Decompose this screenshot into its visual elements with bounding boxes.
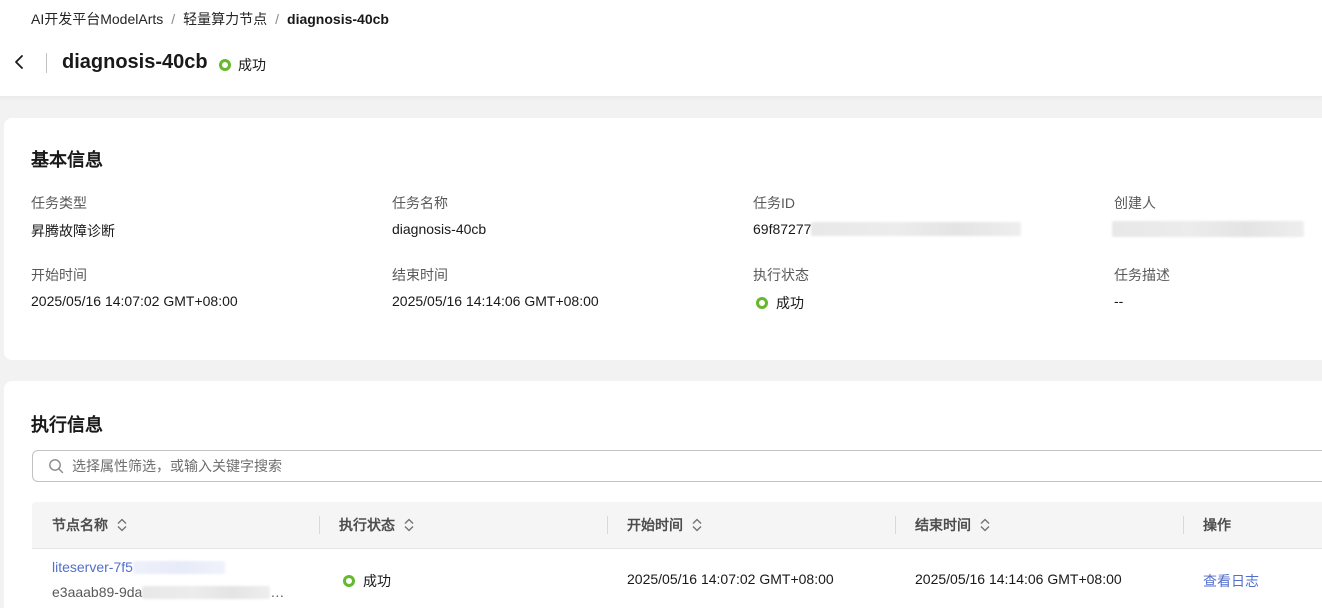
status-text: 成功 xyxy=(238,57,266,73)
breadcrumb: AI开发平台ModelArts / 轻量算力节点 / diagnosis-40c… xyxy=(31,10,389,28)
search-input[interactable] xyxy=(72,458,672,474)
sort-icon[interactable] xyxy=(116,517,128,533)
end-time-value: 2025/05/16 14:14:06 GMT+08:00 xyxy=(392,293,599,309)
success-status-icon xyxy=(219,59,231,71)
column-node-name[interactable]: 节点名称 xyxy=(52,502,128,548)
breadcrumb-separator: / xyxy=(275,11,280,27)
search-icon xyxy=(49,459,64,474)
success-status-icon xyxy=(343,575,355,587)
node-id-ellipsis: … xyxy=(270,584,285,600)
column-separator xyxy=(319,516,320,534)
breadcrumb-separator: / xyxy=(171,11,176,27)
node-id-text: e3aaab89-9da xyxy=(52,584,143,600)
sort-icon[interactable] xyxy=(403,517,415,533)
exec-status-value: 成功 xyxy=(756,293,804,313)
status-badge: 成功 xyxy=(219,55,266,75)
back-button[interactable] xyxy=(8,50,30,74)
execution-info-title: 执行信息 xyxy=(31,415,103,435)
redacted-node-name xyxy=(132,560,225,574)
creator-value xyxy=(1112,221,1304,237)
start-time-cell: 2025/05/16 14:07:02 GMT+08:00 xyxy=(627,571,834,587)
start-time-label: 开始时间 xyxy=(31,267,87,283)
breadcrumb-item-modelarts[interactable]: AI开发平台ModelArts xyxy=(31,9,163,29)
row-status-text: 成功 xyxy=(363,573,391,589)
node-name-cell: liteserver-7f5 xyxy=(52,559,225,575)
end-time-cell: 2025/05/16 14:14:06 GMT+08:00 xyxy=(915,571,1122,587)
redacted-task-id xyxy=(811,222,1022,236)
success-status-icon xyxy=(756,297,768,309)
column-end-time[interactable]: 结束时间 xyxy=(915,502,991,548)
exec-status-label: 执行状态 xyxy=(753,267,809,283)
redacted-creator xyxy=(1112,221,1304,237)
exec-status-cell: 成功 xyxy=(343,571,391,591)
sort-icon[interactable] xyxy=(979,517,991,533)
task-id-label: 任务ID xyxy=(753,195,795,211)
task-id-value: 69f87277 xyxy=(753,221,1022,237)
basic-info-title: 基本信息 xyxy=(31,150,103,170)
column-label: 操作 xyxy=(1203,517,1231,533)
description-label: 任务描述 xyxy=(1114,267,1170,283)
end-time-label: 结束时间 xyxy=(392,267,448,283)
page-title: diagnosis-40cb xyxy=(62,51,208,73)
column-separator xyxy=(607,516,608,534)
creator-label: 创建人 xyxy=(1114,195,1156,211)
execution-info-card: 执行信息 节点名称 执行状态 开始时间 xyxy=(4,381,1322,608)
column-separator xyxy=(895,516,896,534)
page-header: AI开发平台ModelArts / 轻量算力节点 / diagnosis-40c… xyxy=(0,0,1322,97)
column-actions: 操作 xyxy=(1203,502,1231,548)
sort-icon[interactable] xyxy=(691,517,703,533)
column-label: 节点名称 xyxy=(52,517,108,533)
task-name-label: 任务名称 xyxy=(392,195,448,211)
task-id-text: 69f87277 xyxy=(753,221,812,237)
column-label: 结束时间 xyxy=(915,517,971,533)
column-start-time[interactable]: 开始时间 xyxy=(627,502,703,548)
column-label: 执行状态 xyxy=(339,517,395,533)
column-separator xyxy=(1183,516,1184,534)
description-value: -- xyxy=(1114,293,1124,309)
search-box[interactable] xyxy=(32,450,1322,482)
chevron-left-icon xyxy=(15,55,23,69)
start-time-value: 2025/05/16 14:07:02 GMT+08:00 xyxy=(31,293,238,309)
task-type-value: 昇腾故障诊断 xyxy=(31,223,115,239)
row-divider xyxy=(32,548,1322,549)
breadcrumb-item-lite-nodes[interactable]: 轻量算力节点 xyxy=(183,9,267,29)
redacted-node-id xyxy=(142,585,271,599)
view-log-link[interactable]: 查看日志 xyxy=(1203,571,1259,591)
table-header: 节点名称 执行状态 开始时间 结束时间 操作 xyxy=(32,502,1322,548)
basic-info-card: 基本信息 任务类型 昇腾故障诊断 任务名称 diagnosis-40cb 任务I… xyxy=(4,118,1322,360)
breadcrumb-current: diagnosis-40cb xyxy=(287,11,389,27)
task-type-label: 任务类型 xyxy=(31,195,87,211)
node-id-cell: e3aaab89-9da … xyxy=(52,584,284,600)
column-label: 开始时间 xyxy=(627,517,683,533)
exec-status-text: 成功 xyxy=(776,295,804,311)
title-divider xyxy=(46,53,47,73)
task-name-value: diagnosis-40cb xyxy=(392,221,487,237)
column-exec-status[interactable]: 执行状态 xyxy=(339,502,415,548)
node-name-link[interactable]: liteserver-7f5 xyxy=(52,559,133,575)
